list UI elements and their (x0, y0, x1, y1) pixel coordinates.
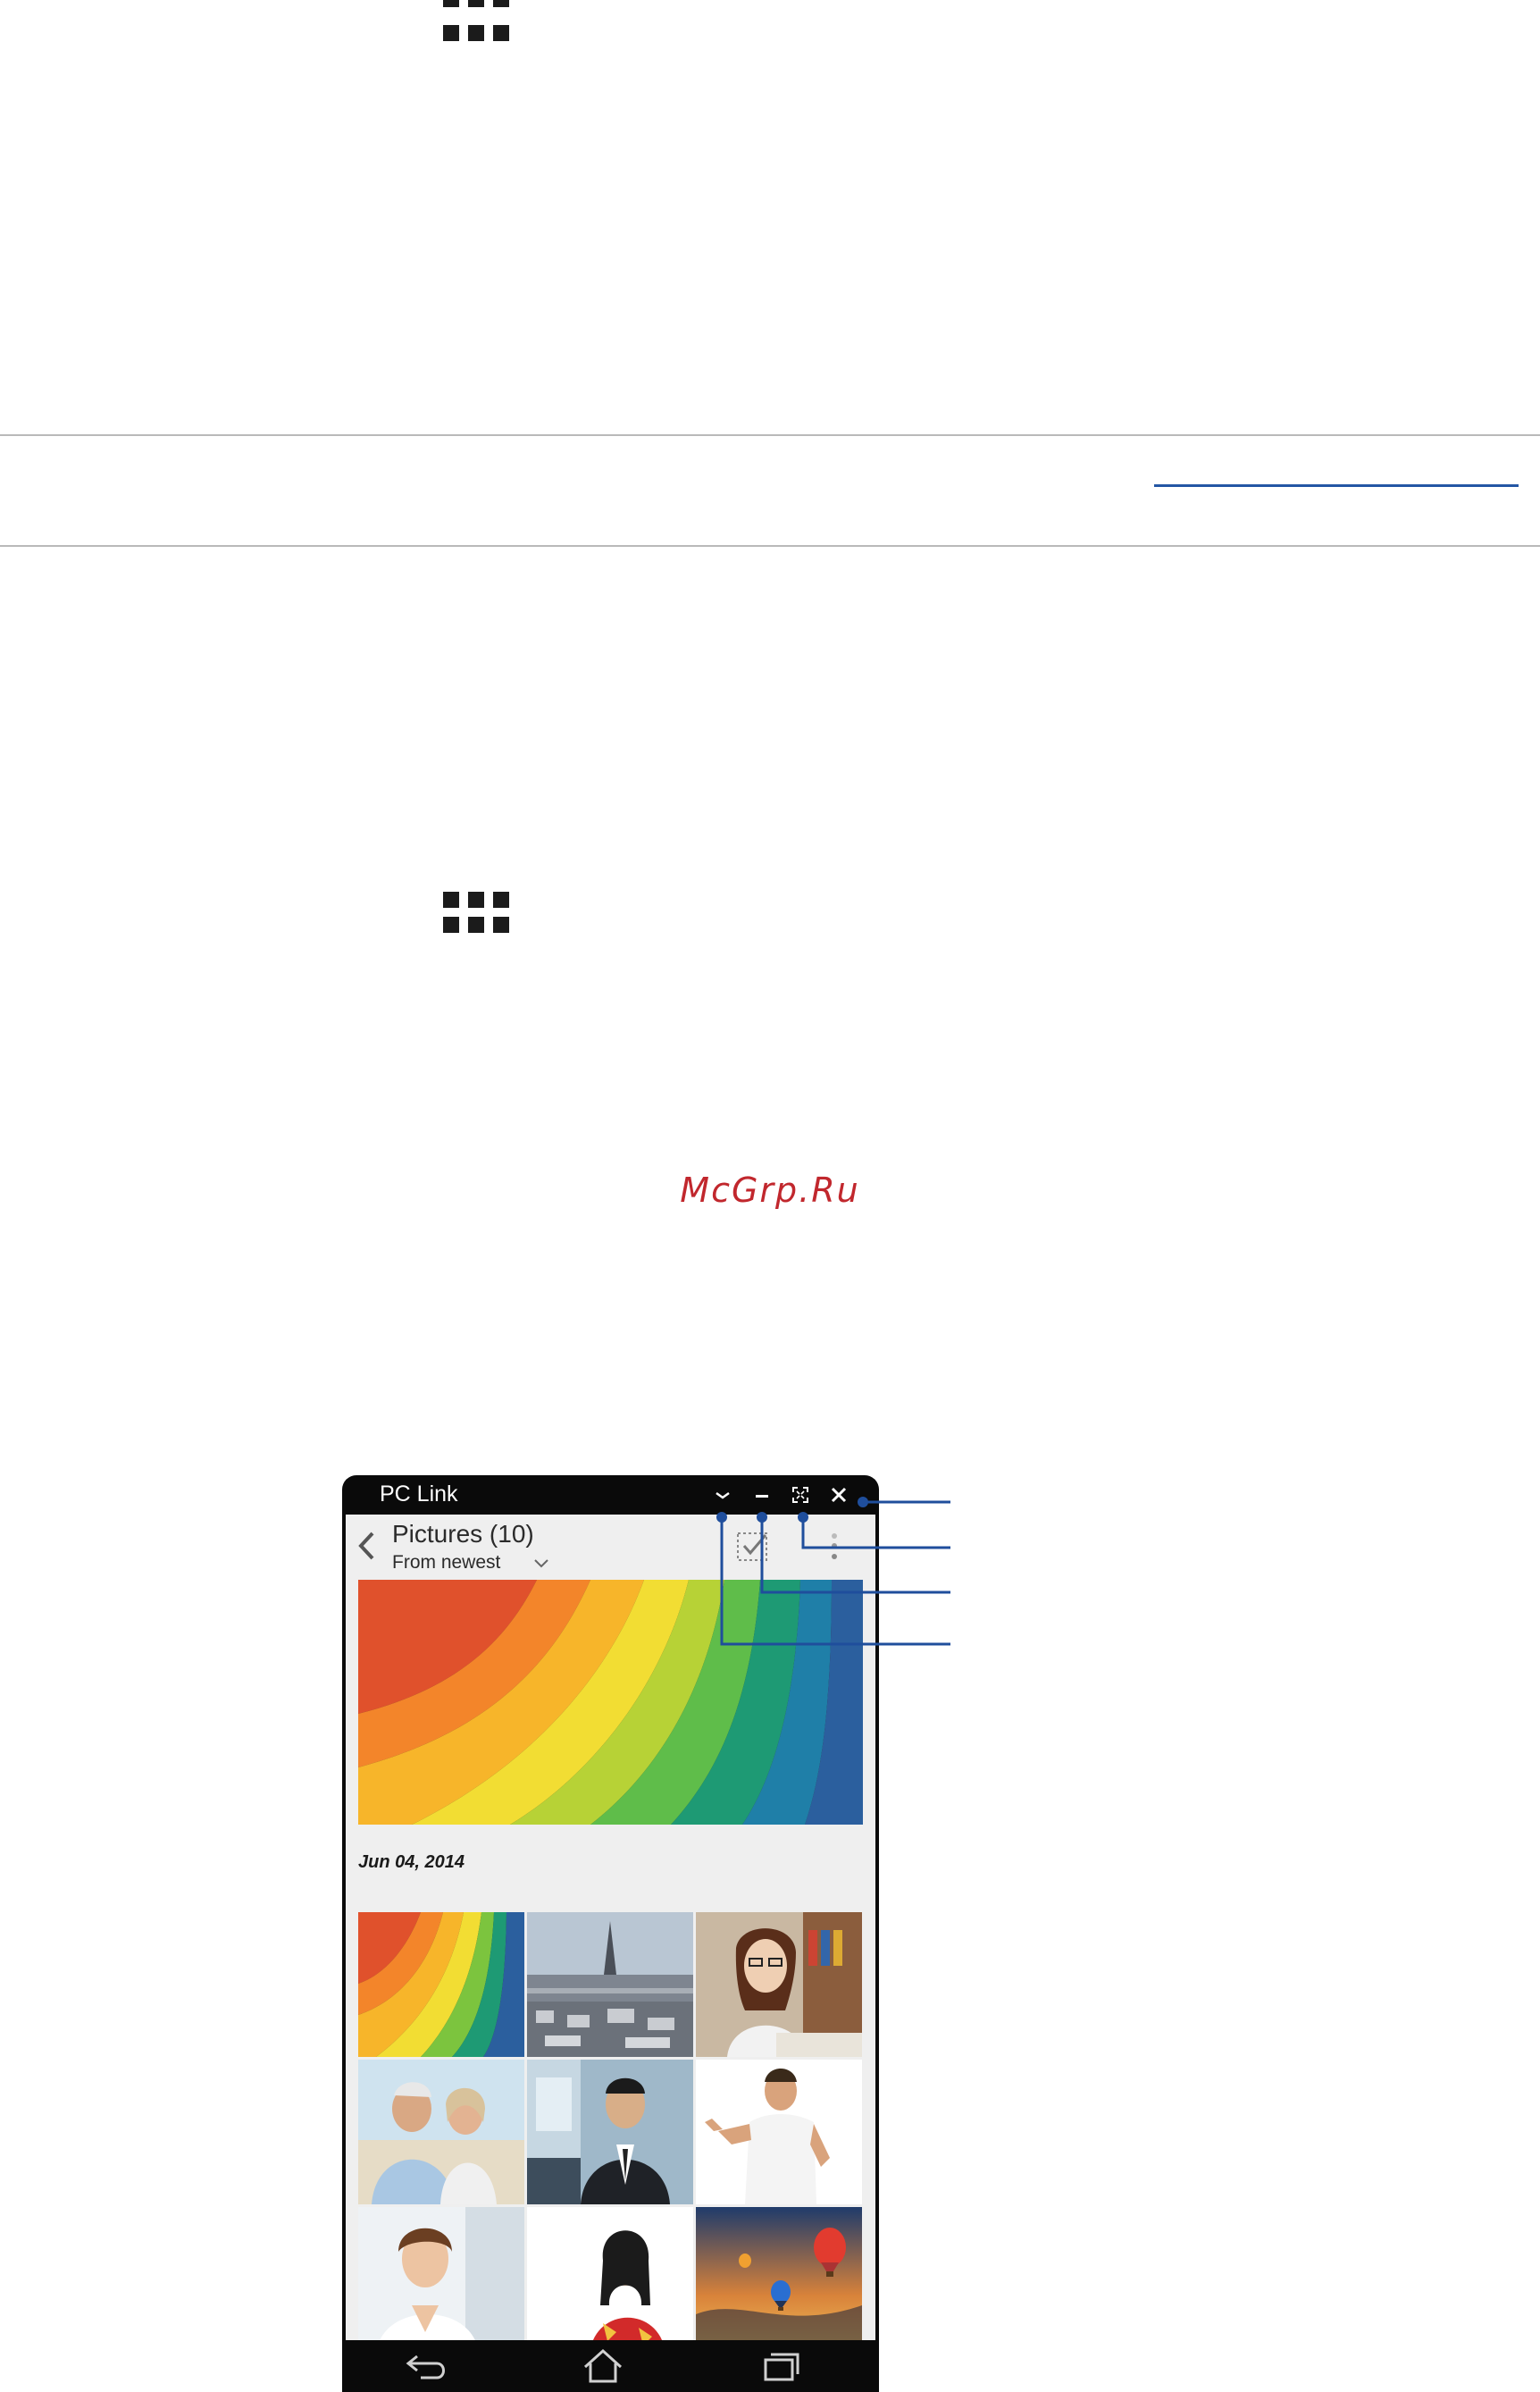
close-button[interactable] (824, 1475, 854, 1515)
fullscreen-icon (792, 1487, 808, 1503)
watermark: McGrp.Ru (680, 1171, 860, 1210)
photo-thumbnail[interactable] (527, 2207, 693, 2352)
chevron-left-icon[interactable] (356, 1531, 378, 1565)
window-title: PC Link (380, 1481, 458, 1507)
window-titlebar[interactable]: PC Link (342, 1475, 879, 1515)
select-all-icon[interactable] (735, 1531, 771, 1567)
home-icon[interactable] (576, 2347, 630, 2385)
apps-grid-icon (443, 0, 511, 68)
sort-dropdown[interactable]: From newest (392, 1552, 500, 1574)
window-border-right (875, 1515, 879, 2354)
photo-grid (358, 1912, 863, 2354)
more-vertical-icon[interactable] (830, 1532, 839, 1565)
fullscreen-button[interactable] (785, 1475, 816, 1515)
album-title: Pictures (10) (392, 1520, 534, 1548)
close-icon (831, 1487, 847, 1503)
photo-thumbnail[interactable] (358, 1912, 524, 2057)
divider-bottom (0, 545, 1540, 547)
gallery-toolbar: Pictures (10) From newest (346, 1515, 875, 1577)
date-header: Jun 04, 2014 (358, 1852, 465, 1872)
photo-thumbnail[interactable] (358, 2207, 524, 2352)
android-navbar (342, 2340, 879, 2392)
photo-thumbnail[interactable] (696, 1912, 862, 2057)
apps-grid-icon (443, 892, 511, 960)
photo-thumbnail[interactable] (696, 2207, 862, 2352)
photo-thumbnail[interactable] (696, 2060, 862, 2204)
recent-apps-icon[interactable] (755, 2347, 808, 2385)
chevron-down-icon (716, 1491, 730, 1499)
window-border-left (342, 1515, 346, 2354)
minimize-icon (756, 1495, 768, 1498)
photo-thumbnail[interactable] (527, 2060, 693, 2204)
collapse-button[interactable] (707, 1475, 738, 1515)
pc-link-window: PC Link Pictures (10) From newest Jun 04… (342, 1475, 879, 2392)
featured-photo[interactable] (358, 1580, 863, 1825)
minimize-button[interactable] (747, 1475, 777, 1515)
chevron-down-icon[interactable] (533, 1557, 549, 1574)
photo-thumbnail[interactable] (527, 1912, 693, 2057)
link-underline[interactable] (1154, 484, 1519, 487)
photo-thumbnail[interactable] (358, 2060, 524, 2204)
divider-top (0, 434, 1540, 436)
back-arrow-icon[interactable] (401, 2347, 455, 2385)
